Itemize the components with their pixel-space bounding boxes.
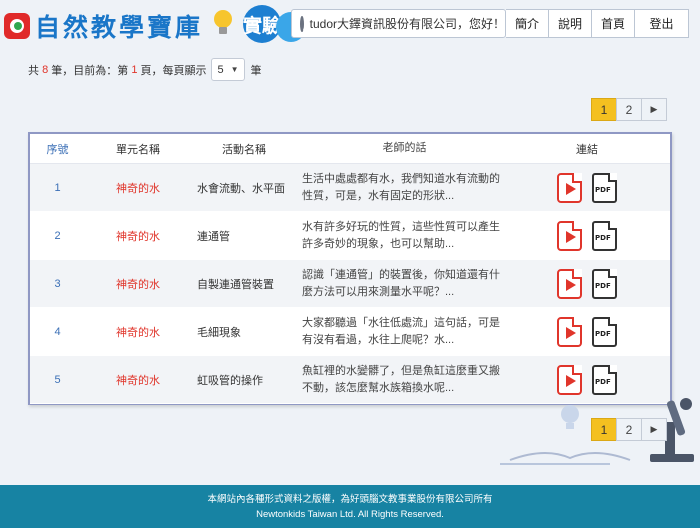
per-page-value: 5 (217, 63, 224, 76)
header-no: 序號 (46, 143, 69, 156)
logo-text: 自然教學寶庫 (35, 13, 204, 42)
row-no: 5 (54, 373, 61, 386)
page-1-button[interactable]: 1 (591, 418, 617, 441)
pdf-label: PDF (595, 233, 611, 242)
pagination-top: 1 2 ▶ (591, 98, 667, 121)
row-unit-link[interactable]: 神奇的水 (85, 228, 191, 244)
pdf-file-icon[interactable]: PDF (592, 172, 617, 203)
top-nav: 簡介 說明 首頁 登出 (506, 9, 689, 38)
records-prefix: 共 (28, 64, 43, 77)
row-no: 1 (54, 181, 61, 194)
records-summary: 共 8 筆，目前為：第 1 頁，每頁顯示 5 ▼ 筆 (28, 58, 262, 81)
row-unit-link[interactable]: 神奇的水 (85, 180, 191, 196)
pdf-file-icon[interactable]: PDF (592, 316, 617, 347)
row-no: 3 (54, 277, 61, 290)
pdf-file-icon[interactable]: PDF (592, 364, 617, 395)
nav-intro-button[interactable]: 簡介 (506, 9, 549, 38)
row-talk: 大家都聽過「水往低處流」這句話，可是有沒有看過，水往上爬呢？水... (302, 316, 500, 346)
row-unit-link[interactable]: 神奇的水 (85, 276, 191, 292)
row-activity: 毛細現象 (197, 326, 241, 339)
video-file-icon[interactable] (557, 364, 582, 395)
header: 自然教學寶庫 實驗 tudor大鐸資訊股份有限公司，您好！ 簡介 說明 首頁 登… (0, 0, 700, 48)
row-talk: 水有許多好玩的性質，這些性質可以產生許多奇妙的現象，也可以幫助... (302, 220, 500, 250)
records-mid: 筆，目前為：第 (48, 64, 132, 77)
table-header: 序號 單元名稱 活動名稱 老師的話 連結 (30, 134, 670, 164)
user-icon (300, 15, 304, 32)
footer: 本網站內各種形式資料之版權，為好頭腦文教事業股份有限公司所有 Newtonkid… (0, 485, 700, 528)
records-suffix: 頁，每頁顯示 (137, 64, 207, 77)
pdf-label: PDF (595, 281, 611, 290)
table-row: 2 神奇的水 連通管 水有許多好玩的性質，這些性質可以產生許多奇妙的現象，也可以… (30, 212, 670, 260)
records-unit: 筆 (250, 64, 262, 77)
site-logo[interactable]: 自然教學寶庫 (4, 8, 203, 44)
row-activity: 連通管 (197, 230, 230, 243)
row-links: PDF (507, 172, 667, 203)
table-row: 4 神奇的水 毛細現象 大家都聽過「水往低處流」這句話，可是有沒有看過，水往上爬… (30, 308, 670, 356)
page-1-button[interactable]: 1 (591, 98, 617, 121)
nav-home-button[interactable]: 首頁 (592, 9, 635, 38)
row-talk: 認識「連通管」的裝置後，你知道還有什麼方法可以用來測量水平呢？... (302, 268, 500, 298)
row-activity: 自製連通管裝置 (197, 278, 274, 291)
logo-badge-icon (4, 13, 30, 39)
pdf-file-icon[interactable]: PDF (592, 268, 617, 299)
pagination-bottom: 1 2 ▶ (591, 418, 667, 441)
video-file-icon[interactable] (557, 220, 582, 251)
per-page-select[interactable]: 5 ▼ (210, 58, 245, 81)
pdf-label: PDF (595, 185, 611, 194)
pdf-label: PDF (595, 329, 611, 338)
activity-table: 序號 單元名稱 活動名稱 老師的話 連結 1 神奇的水 水會流動、水平面 生活中… (28, 132, 672, 405)
row-links: PDF (507, 268, 667, 299)
header-link: 連結 (576, 143, 598, 156)
copyright-notice: 本網站內各種形式資料之版權，為好頭腦文教事業股份有限公司所有 (207, 494, 493, 505)
row-activity: 虹吸管的操作 (197, 374, 263, 387)
table-row: 3 神奇的水 自製連通管裝置 認識「連通管」的裝置後，你知道還有什麼方法可以用來… (30, 260, 670, 308)
video-file-icon[interactable] (557, 268, 582, 299)
next-page-button[interactable]: ▶ (641, 418, 667, 441)
nav-logout-button[interactable]: 登出 (635, 9, 689, 38)
page-2-button[interactable]: 2 (616, 418, 642, 441)
row-unit-link[interactable]: 神奇的水 (85, 372, 191, 388)
video-file-icon[interactable] (557, 316, 582, 347)
row-talk: 生活中處處都有水，我們知道水有流動的性質，可是，水有固定的形狀... (302, 172, 500, 202)
row-talk: 魚缸裡的水變髒了，但是魚缸這麼重又搬不動，該怎麼幫水族箱換水呢... (302, 364, 500, 394)
pdf-label: PDF (595, 377, 611, 386)
row-no: 2 (54, 229, 61, 242)
page-2-button[interactable]: 2 (616, 98, 642, 121)
header-unit: 單元名稱 (116, 143, 160, 156)
video-file-icon[interactable] (557, 172, 582, 203)
row-links: PDF (507, 316, 667, 347)
user-greeting-box: tudor大鐸資訊股份有限公司，您好！ (291, 9, 506, 38)
pdf-file-icon[interactable]: PDF (592, 220, 617, 251)
row-activity: 水會流動、水平面 (197, 182, 285, 195)
nav-help-button[interactable]: 說明 (549, 9, 592, 38)
row-links: PDF (507, 364, 667, 395)
header-talk: 老師的話 (382, 142, 427, 154)
chevron-down-icon: ▼ (230, 65, 239, 74)
lightbulb-icon (211, 10, 235, 36)
copyright-english: Newtonkids Taiwan Ltd. All Rights Reserv… (256, 509, 444, 520)
user-greeting: tudor大鐸資訊股份有限公司，您好！ (309, 17, 505, 31)
row-unit-link[interactable]: 神奇的水 (85, 324, 191, 340)
header-activity: 活動名稱 (222, 143, 266, 156)
row-links: PDF (507, 220, 667, 251)
next-page-button[interactable]: ▶ (641, 98, 667, 121)
row-no: 4 (54, 325, 61, 338)
table-row: 1 神奇的水 水會流動、水平面 生活中處處都有水，我們知道水有流動的性質，可是，… (30, 164, 670, 212)
